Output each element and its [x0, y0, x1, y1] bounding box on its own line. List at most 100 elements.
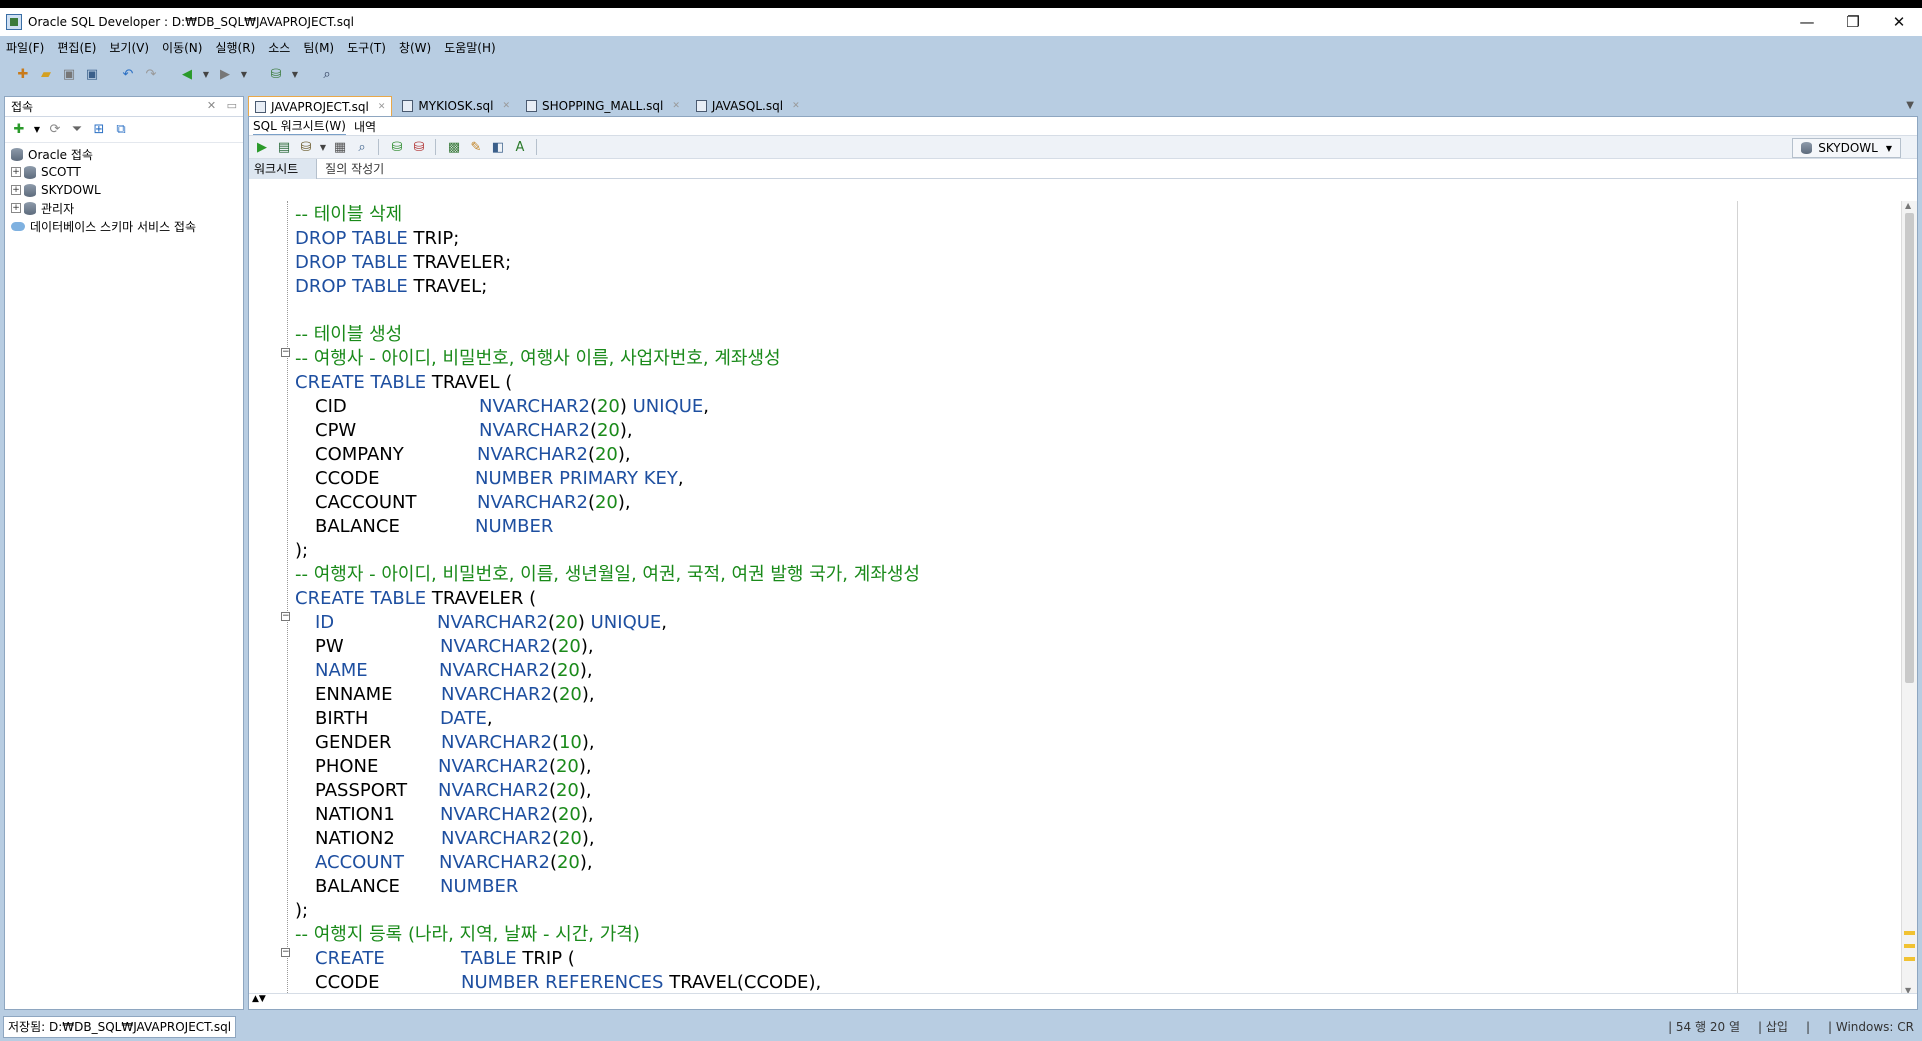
connection-select[interactable]: SKYDOWL ▼ [1792, 138, 1901, 158]
menu-source[interactable]: 소스 [268, 39, 290, 56]
menu-window[interactable]: 창(W) [399, 39, 431, 56]
menu-team[interactable]: 팀(M) [303, 39, 334, 56]
format-icon[interactable]: A [511, 138, 529, 156]
code-line: CREATE TABLE TRAVELER ( [295, 588, 537, 609]
tree-item-admin[interactable]: + 관리자 [7, 199, 243, 217]
rollback-icon[interactable]: ▦ [331, 138, 349, 156]
close-button[interactable]: ✕ [1876, 8, 1922, 36]
add-dropdown-icon[interactable]: ▼ [33, 122, 41, 138]
sql-history-icon[interactable]: ◧ [489, 138, 507, 156]
window-controls: — ❐ ✕ [1784, 8, 1922, 36]
schema-browser-icon[interactable]: ⊞ [91, 122, 107, 138]
commit-dropdown-icon[interactable]: ▼ [319, 138, 327, 156]
tree-item-skydowl[interactable]: + SKYDOWL [7, 181, 243, 199]
tab-worksheet[interactable]: 워크시트 [249, 158, 318, 179]
add-connection-icon[interactable]: ✚ [11, 122, 27, 138]
code-line: BIRTH DATE, [315, 708, 493, 729]
menu-run[interactable]: 실행(R) [215, 39, 255, 56]
run-script-icon[interactable]: ▤ [275, 138, 293, 156]
fold-guide [287, 201, 288, 995]
save-icon[interactable]: ▣ [60, 65, 78, 83]
forward-dropdown-icon[interactable]: ▼ [239, 65, 249, 83]
collapse-icon[interactable]: ⧉ [113, 122, 129, 138]
fold-toggle-icon[interactable]: − [281, 348, 290, 357]
autotrace-icon[interactable]: ⌕ [353, 138, 371, 156]
scroll-up-icon[interactable]: ▲ [1905, 201, 1911, 210]
close-tab-icon[interactable]: ✕ [502, 101, 510, 111]
unshared-sql-icon[interactable]: ▩ [445, 138, 463, 156]
expand-icon[interactable]: + [11, 167, 21, 177]
error-marker[interactable] [1904, 957, 1915, 961]
back-dropdown-icon[interactable]: ▼ [201, 65, 211, 83]
code-editor[interactable]: − − − -- 테이블 삭제 DROP TABLE TRIP; DROP TABL… [249, 201, 1917, 995]
tab-sql-worksheet[interactable]: SQL 워크시트(W) [253, 117, 346, 136]
filter-icon[interactable]: ⏷ [69, 122, 85, 138]
close-tab-icon[interactable]: ✕ [672, 101, 680, 111]
window-title: Oracle SQL Developer : D:₩DB_SQL₩JAVAPRO… [28, 15, 354, 29]
expand-icon[interactable]: + [11, 185, 21, 195]
menu-edit[interactable]: 편집(E) [57, 39, 96, 56]
expand-icon[interactable]: + [11, 203, 21, 213]
code-line: ); [295, 540, 309, 561]
status-spacer: | [1805, 1019, 1810, 1034]
forward-icon[interactable]: ▶ [216, 65, 234, 83]
top-strip [0, 0, 1922, 8]
sql-file-icon [402, 100, 414, 112]
tab-javaproject[interactable]: JAVAPROJECT.sql ✕ [248, 96, 393, 116]
restore-button[interactable]: ❐ [1830, 8, 1876, 36]
menu-help[interactable]: 도움말(H) [444, 39, 496, 56]
error-marker[interactable] [1904, 944, 1915, 948]
tab-list-icon[interactable]: ▼ [1906, 100, 1914, 111]
new-file-icon[interactable]: ✚ [14, 65, 32, 83]
tab-history[interactable]: 내역 [354, 118, 376, 135]
database-icon [1801, 142, 1813, 154]
menu-tools[interactable]: 도구(T) [347, 39, 386, 56]
vertical-scrollbar[interactable]: ▲ ▼ [1901, 201, 1917, 995]
menu-navigate[interactable]: 이동(N) [162, 39, 202, 56]
error-marker[interactable] [1904, 931, 1915, 935]
database-icon [24, 183, 36, 197]
menu-view[interactable]: 보기(V) [109, 39, 149, 56]
tuning-icon[interactable]: ⛁ [410, 138, 428, 156]
code-line: GENDER NVARCHAR2(10), [315, 732, 595, 753]
connections-tree: Oracle 접속 + SCOTT + SKYDOWL + 관리자 데이터베이스… [5, 143, 243, 235]
close-tab-icon[interactable]: ✕ [378, 102, 386, 112]
tab-javasql[interactable]: JAVASQL.sql ✕ [690, 96, 806, 116]
run-statement-icon[interactable]: ▶ [253, 138, 271, 156]
code-line: -- 테이블 생성 [295, 324, 403, 345]
close-tab-icon[interactable]: ✕ [792, 101, 800, 111]
undo-icon[interactable]: ↶ [119, 65, 137, 83]
fold-toggle-icon[interactable]: − [281, 948, 290, 957]
save-all-icon[interactable]: ▣ [83, 65, 101, 83]
redo-icon[interactable]: ↷ [142, 65, 160, 83]
binoculars-icon[interactable]: ⌕ [318, 65, 336, 83]
code-line: CID NVARCHAR2(20) UNIQUE, [315, 396, 710, 417]
open-folder-icon[interactable]: ▰ [37, 65, 55, 83]
panel-window-controls[interactable]: ✕ ▭ [207, 99, 237, 112]
code-line: DROP TABLE TRIP; [295, 228, 460, 249]
tree-item-label: SCOTT [41, 165, 81, 179]
tree-item-schema-service[interactable]: 데이터베이스 스키마 서비스 접속 [7, 217, 243, 235]
fold-toggle-icon[interactable]: − [281, 612, 290, 621]
chevron-down-icon: ▼ [1885, 143, 1892, 153]
code-line: CREATE TABLE TRAVEL ( [295, 372, 513, 393]
code-line: PASSPORT NVARCHAR2(20), [315, 780, 592, 801]
explain-plan-icon[interactable]: ⛁ [388, 138, 406, 156]
tree-item-scott[interactable]: + SCOTT [7, 163, 243, 181]
tab-query-builder[interactable]: 질의 작성기 [317, 160, 392, 177]
code-line: -- 여행사 - 아이디, 비밀번호, 여행사 이름, 사업자번호, 계좌생성 [295, 348, 781, 369]
minimize-button[interactable]: — [1784, 8, 1830, 36]
db-connect-dropdown-icon[interactable]: ▼ [290, 65, 300, 83]
split-arrows-icon[interactable]: ▲▼ [252, 994, 266, 1004]
menu-file[interactable]: 파일(F) [6, 39, 44, 56]
refresh-icon[interactable]: ⟳ [47, 122, 63, 138]
scrollbar-thumb[interactable] [1905, 213, 1914, 683]
tab-shopping-mall[interactable]: SHOPPING_MALL.sql ✕ [520, 96, 686, 116]
commit-icon[interactable]: ⛁ [297, 138, 315, 156]
code-line: CREATE TABLE TRIP ( [315, 948, 575, 969]
tree-item-oracle-connections[interactable]: Oracle 접속 [7, 145, 243, 163]
db-connect-icon[interactable]: ⛁ [267, 65, 285, 83]
back-icon[interactable]: ◀ [178, 65, 196, 83]
clear-icon[interactable]: ✎ [467, 138, 485, 156]
tab-mykiosk[interactable]: MYKIOSK.sql ✕ [396, 96, 516, 116]
